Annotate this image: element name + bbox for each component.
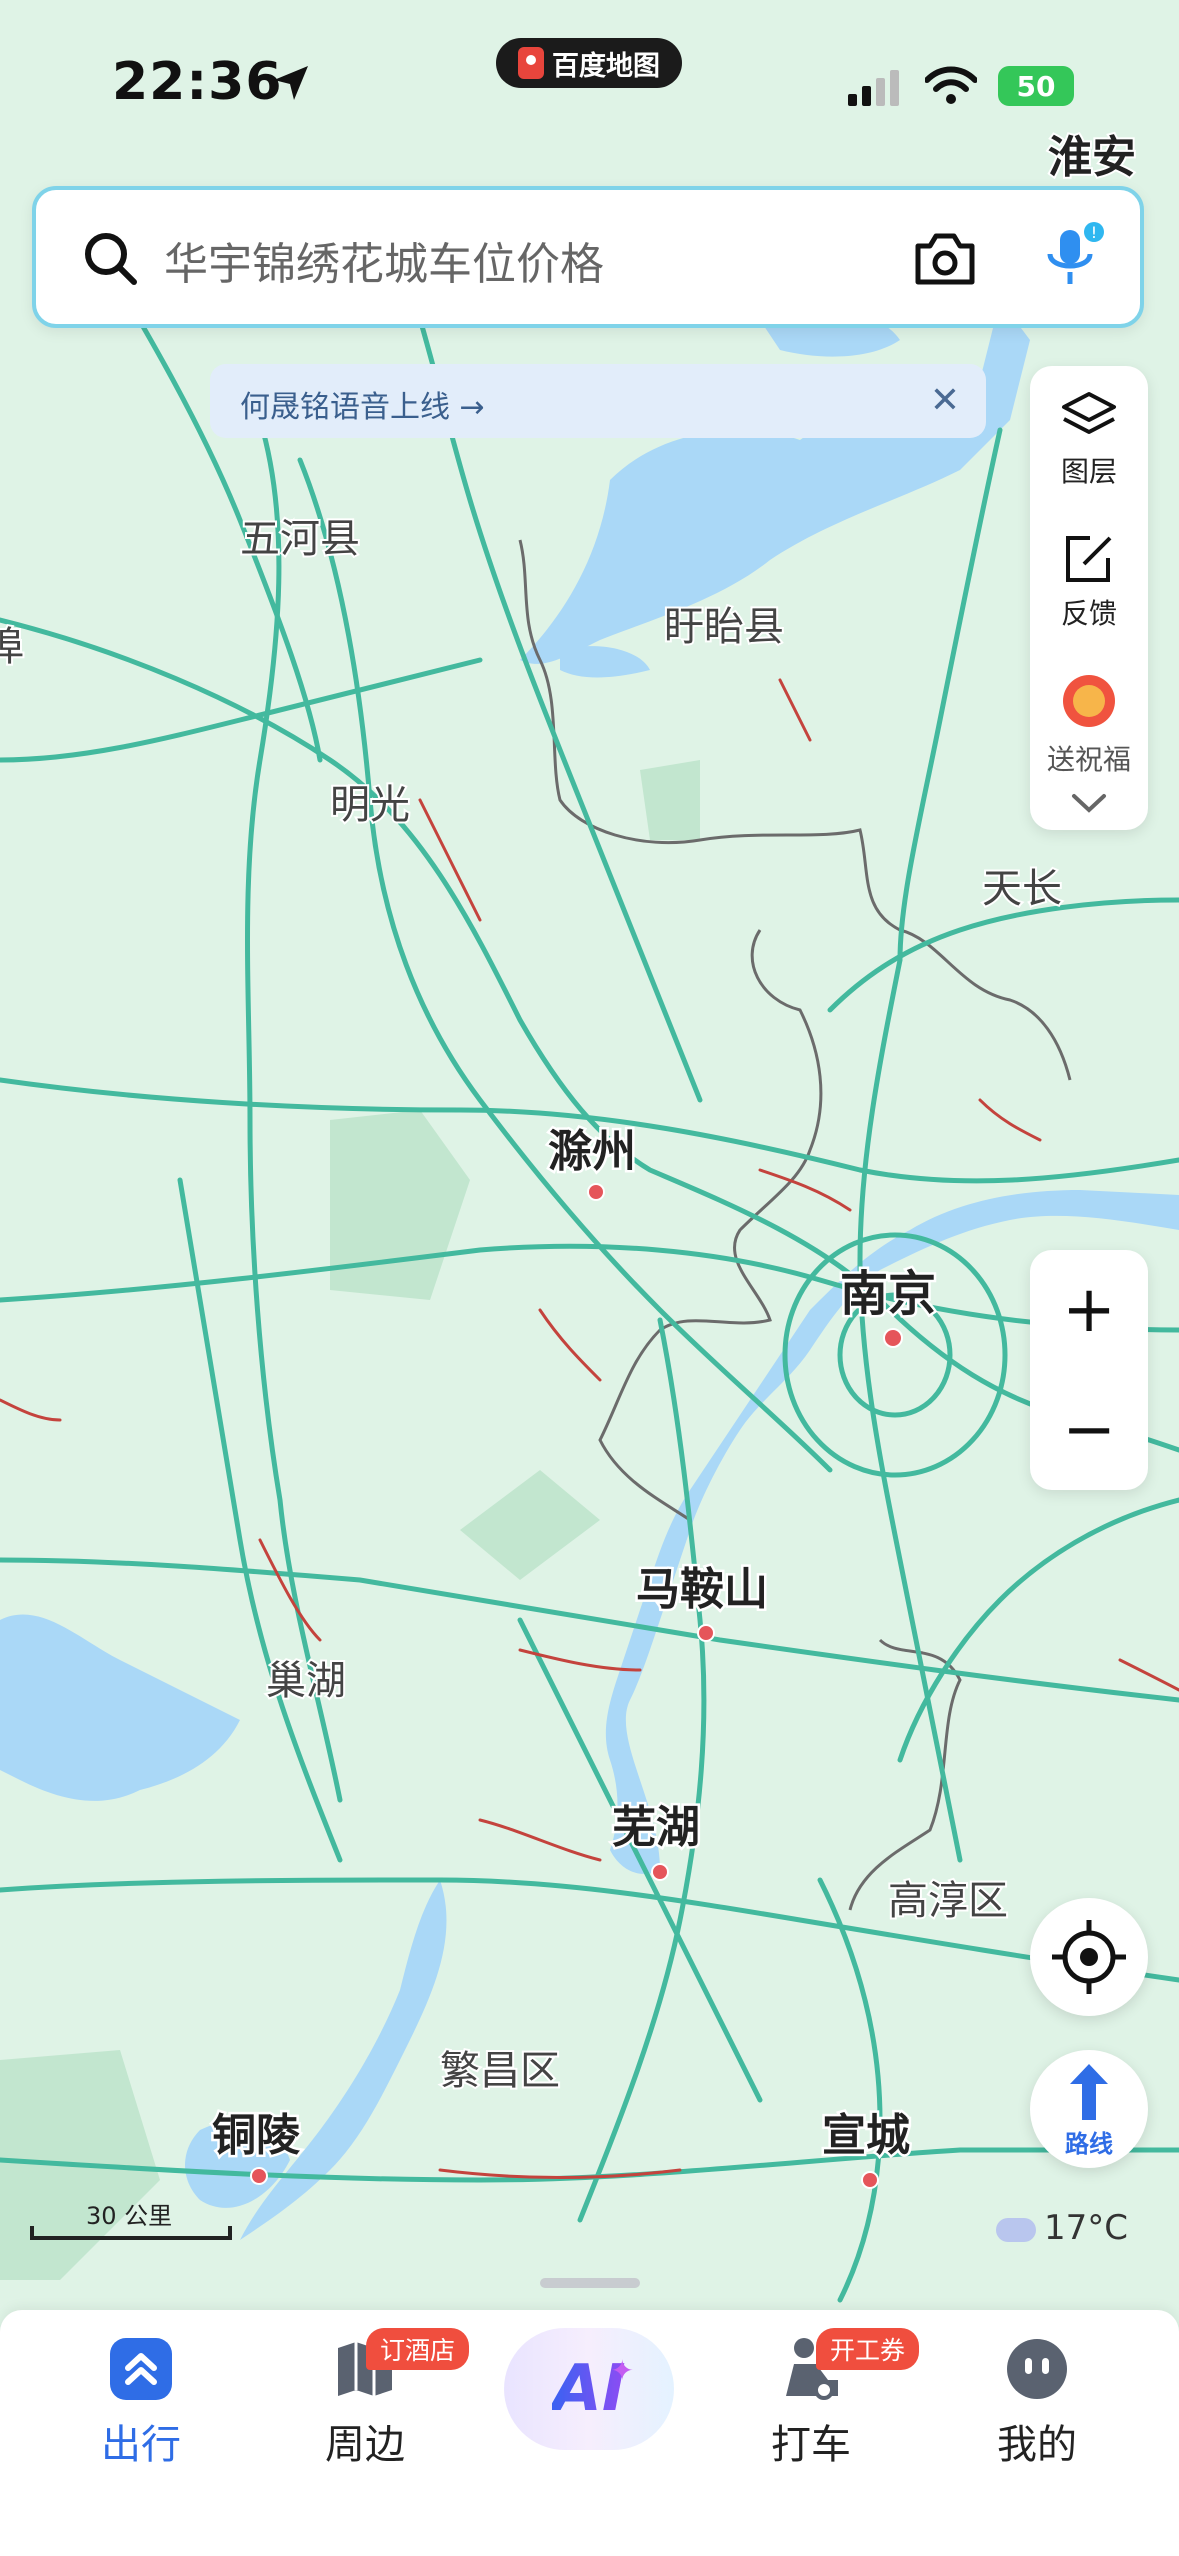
zoom-in-button[interactable]: + [1030, 1250, 1148, 1370]
maanshan-marker [697, 1624, 715, 1642]
tab-travel[interactable]: 出行 [56, 2334, 226, 2470]
nanjing-marker [883, 1328, 903, 1348]
app-name: 百度地图 [552, 50, 660, 82]
weather-temp: 17°C [1044, 2208, 1129, 2248]
search-icon [85, 233, 137, 285]
drawer-handle[interactable] [540, 2278, 640, 2288]
label-fanchang: 繁昌区 [440, 2048, 560, 2094]
wifi-icon [925, 66, 977, 104]
label-nanjing: 南京 [840, 1266, 936, 1322]
tab-travel-label: 出行 [101, 2422, 181, 2468]
label-maanshan: 马鞍山 [636, 1564, 768, 1615]
chevron-down-icon[interactable] [1070, 792, 1108, 816]
weather-indicator[interactable]: 17°C [996, 2208, 1128, 2248]
battery-level: 50 [1016, 69, 1056, 103]
hotel-badge: 订酒店 [366, 2328, 470, 2370]
layers-button[interactable]: 图层 [1030, 390, 1148, 490]
tip-text[interactable]: 何晟铭语音上线 → [240, 382, 485, 426]
app-indicator-pill[interactable]: 百度地图 [496, 38, 682, 88]
search-placeholder[interactable]: 华宇锦绣花城车位价格 [164, 228, 604, 292]
status-time: 22:36 [112, 52, 283, 112]
travel-icon [110, 2338, 172, 2400]
voice-tip-banner[interactable]: 何晟铭语音上线 → ✕ [210, 364, 986, 438]
tongling-marker [250, 2167, 268, 2185]
cloud-icon [996, 2217, 1036, 2242]
label-wuhu: 芜湖 [612, 1802, 700, 1853]
route-label: 路线 [1065, 2130, 1113, 2158]
voice-mic-icon[interactable]: ! [1044, 220, 1106, 296]
route-button[interactable]: 路线 [1030, 2050, 1148, 2168]
scale-bar [30, 2226, 232, 2240]
xuancheng-marker [861, 2171, 879, 2189]
cellular-signal-icon [848, 70, 899, 106]
map-tools-panel: 图层 反馈 送祝福 [1030, 366, 1148, 830]
tab-nearby-label: 周边 [325, 2422, 405, 2468]
camera-icon[interactable] [912, 230, 978, 288]
label-tongling: 铜陵 [212, 2110, 300, 2161]
tab-nearby[interactable]: 周边 订酒店 [280, 2328, 470, 2470]
layers-label: 图层 [1060, 455, 1117, 488]
label-gaochun: 高淳区 [888, 1878, 1008, 1924]
baidu-map-logo-icon [518, 47, 544, 79]
label-xuancheng: 宣城 [822, 2110, 910, 2161]
status-bar: 22:36 百度地图 50 [0, 0, 1179, 170]
battery-indicator: 50 [998, 66, 1074, 106]
label-mingguang: 明光 [330, 782, 410, 828]
sparkle-icon: ✦ [610, 2354, 634, 2387]
zoom-control: + − [1030, 1250, 1148, 1490]
layers-icon [1062, 392, 1116, 434]
coupon-badge: 开工券 [816, 2328, 920, 2370]
wuhu-marker [651, 1863, 669, 1881]
feedback-label: 反馈 [1060, 597, 1117, 630]
blessing-label: 送祝福 [1046, 743, 1131, 776]
route-arrow-icon [1070, 2064, 1108, 2120]
zoom-out-button[interactable]: − [1030, 1370, 1148, 1490]
search-bar[interactable]: 华宇锦绣花城车位价格 ! [32, 186, 1144, 328]
crosshair-icon [1052, 1920, 1126, 1994]
svg-text:!: ! [1091, 223, 1097, 242]
ai-assistant-button[interactable]: AI ✦ [504, 2328, 674, 2450]
profile-icon [1007, 2339, 1067, 2399]
feedback-button[interactable]: 反馈 [1030, 532, 1148, 632]
tab-taxi[interactable]: 打车 开工券 [726, 2328, 920, 2470]
map-scale: 30 公里 [30, 2196, 236, 2246]
chuzhou-marker [587, 1183, 605, 1201]
blessing-button[interactable]: 送祝福 [1030, 672, 1148, 778]
label-chuzhou: 滁州 [548, 1126, 636, 1177]
locate-me-button[interactable] [1030, 1898, 1148, 2016]
tab-mine[interactable]: 我的 [952, 2334, 1122, 2470]
bottom-tab-bar: 出行 周边 订酒店 AI ✦ 打车 开工券 我的 [0, 2310, 1179, 2556]
label-chaohu: 巢湖 [266, 1658, 346, 1704]
feedback-edit-icon [1066, 536, 1112, 582]
label-tianchang: 天长 [982, 866, 1062, 912]
tab-taxi-label: 打车 [771, 2422, 851, 2468]
label-wuhe: 五河县 [240, 516, 360, 562]
tip-close-button[interactable]: ✕ [930, 380, 960, 421]
blessing-badge-icon [1063, 675, 1115, 727]
tab-mine-label: 我的 [997, 2422, 1077, 2468]
location-arrow-icon [274, 66, 308, 100]
label-edge-left: 埠 [0, 624, 24, 670]
label-xuyi: 盱眙县 [664, 604, 784, 650]
